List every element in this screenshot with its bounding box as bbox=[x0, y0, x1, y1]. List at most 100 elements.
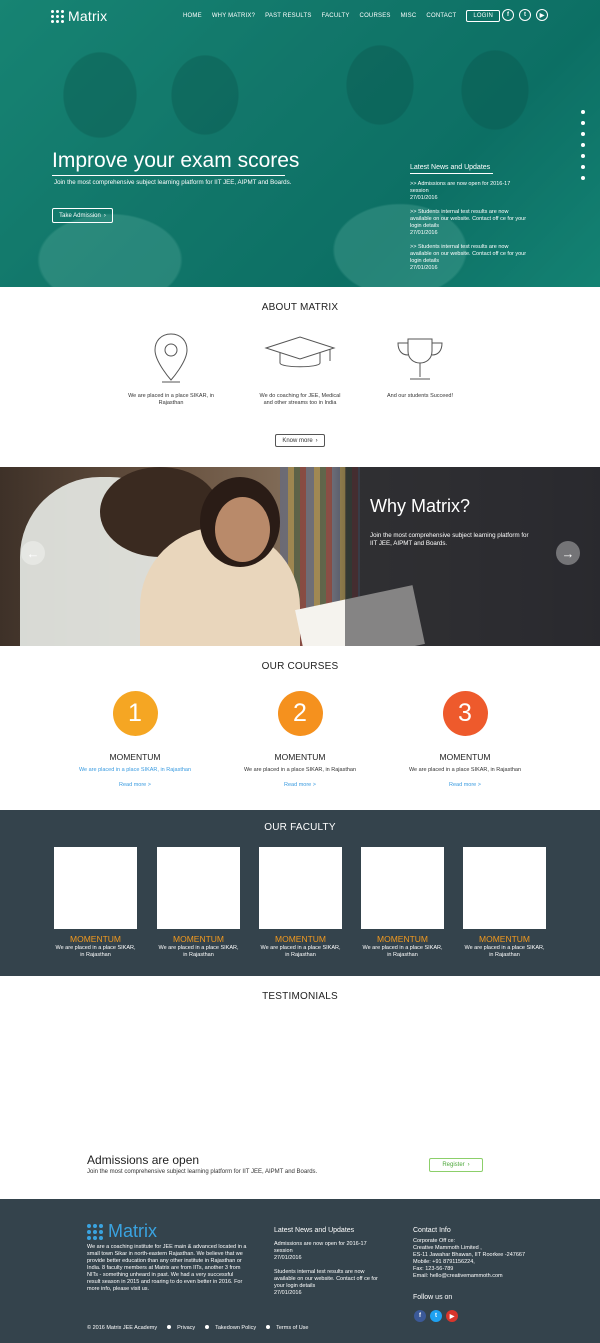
nav-faculty[interactable]: FACULTY bbox=[322, 13, 350, 19]
admission-title: Admissions are open bbox=[87, 1153, 200, 1167]
footer-social: f t ▶ bbox=[414, 1310, 458, 1322]
nav-home[interactable]: HOME bbox=[183, 13, 202, 19]
hero-subtitle: Join the most comprehensive subject lear… bbox=[54, 179, 292, 186]
footer-logo[interactable]: Matrix bbox=[87, 1221, 157, 1242]
faculty-card[interactable]: MOMENTUM We are placed in a place SIKAR,… bbox=[157, 847, 240, 959]
footer-logo-text: Matrix bbox=[108, 1221, 157, 1241]
course-card: 2 MOMENTUM We are placed in a place SIKA… bbox=[240, 691, 360, 788]
takedown-policy-link[interactable]: Takedown Policy bbox=[205, 1325, 256, 1331]
news-item[interactable]: >> Students internal test results are no… bbox=[410, 209, 530, 237]
faculty-desc: We are placed in a place SIKAR, in Rajas… bbox=[362, 945, 443, 958]
site-logo[interactable]: Matrix bbox=[51, 8, 107, 24]
slider-next-arrow-icon[interactable]: → bbox=[556, 541, 580, 565]
chevron-right-icon: › bbox=[467, 1162, 470, 1168]
read-more-link[interactable]: Read more > bbox=[405, 782, 525, 788]
youtube-icon[interactable]: ▶ bbox=[446, 1310, 458, 1322]
location-pin-icon bbox=[154, 333, 188, 383]
faculty-desc: We are placed in a place SIKAR, in Rajas… bbox=[158, 945, 239, 958]
trophy-icon bbox=[397, 338, 443, 380]
hero-title: Improve your exam scores bbox=[52, 149, 300, 172]
course-desc: We are placed in a place SIKAR, in Rajas… bbox=[243, 767, 357, 773]
logo-dots-icon bbox=[51, 9, 64, 23]
course-card: 3 MOMENTUM We are placed in a place SIKA… bbox=[405, 691, 525, 788]
pager-dot[interactable] bbox=[581, 176, 585, 180]
pager-dot[interactable] bbox=[581, 143, 585, 147]
login-button[interactable]: LOGIN bbox=[466, 10, 501, 22]
nav-misc[interactable]: MISC bbox=[401, 13, 417, 19]
faculty-name: MOMENTUM bbox=[377, 934, 428, 944]
about-item: And our students Succeed! bbox=[386, 393, 454, 399]
about-item: We do coaching for JEE, Medical and othe… bbox=[259, 393, 341, 406]
news-item[interactable]: >> Admissions are now open for 2016-17 s… bbox=[410, 181, 530, 202]
footer-contact-title: Contact Info bbox=[413, 1227, 451, 1234]
facebook-icon[interactable]: f bbox=[502, 9, 514, 21]
course-card: 1 MOMENTUM We are placed in a place SIKA… bbox=[75, 691, 195, 788]
faculty-photo bbox=[259, 847, 342, 929]
courses-title: OUR COURSES bbox=[261, 661, 339, 672]
register-button[interactable]: Register › bbox=[429, 1158, 483, 1172]
footer-news-item[interactable]: Students internal test results are now a… bbox=[274, 1269, 384, 1297]
nav-past-results[interactable]: PAST RESULTS bbox=[265, 13, 311, 19]
course-number-badge: 2 bbox=[277, 691, 323, 736]
faculty-name: MOMENTUM bbox=[275, 934, 326, 944]
faculty-name: MOMENTUM bbox=[479, 934, 530, 944]
course-number-badge: 3 bbox=[442, 691, 488, 736]
chevron-right-icon: › bbox=[103, 212, 106, 219]
faculty-card[interactable]: MOMENTUM We are placed in a place SIKAR,… bbox=[259, 847, 342, 959]
about-title: ABOUT MATRIX bbox=[261, 302, 339, 313]
privacy-link[interactable]: Privacy bbox=[167, 1325, 195, 1331]
footer-news-title: Latest News and Updates bbox=[274, 1227, 355, 1234]
twitter-icon[interactable]: t bbox=[519, 9, 531, 21]
footer-news: Admissions are now open for 2016-17 sess… bbox=[274, 1241, 384, 1304]
faculty-photo bbox=[157, 847, 240, 929]
terms-of-use-link[interactable]: Terms of Use bbox=[266, 1325, 309, 1331]
hero-news-panel: Latest News and Updates >> Admissions ar… bbox=[410, 156, 530, 272]
pager-dot[interactable] bbox=[581, 154, 585, 158]
course-desc: We are placed in a place SIKAR, in Rajas… bbox=[408, 767, 522, 773]
facebook-icon[interactable]: f bbox=[414, 1310, 426, 1322]
news-item[interactable]: >> Students internal test results are no… bbox=[410, 244, 530, 272]
nav-contact[interactable]: CONTACT bbox=[426, 13, 456, 19]
footer-news-item[interactable]: Admissions are now open for 2016-17 sess… bbox=[274, 1241, 384, 1262]
footer-bottom-bar: © 2016 Matrix JEE Academy Privacy Takedo… bbox=[87, 1325, 309, 1331]
faculty-photo bbox=[463, 847, 546, 929]
logo-text: Matrix bbox=[68, 8, 108, 24]
nav-courses[interactable]: COURSES bbox=[360, 13, 391, 19]
pager-dot[interactable] bbox=[581, 121, 585, 125]
copyright-text: © 2016 Matrix JEE Academy bbox=[87, 1325, 158, 1331]
about-item: We are placed in a place SIKAR, in Rajas… bbox=[128, 393, 214, 406]
faculty-desc: We are placed in a place SIKAR, in Rajas… bbox=[55, 945, 136, 958]
twitter-icon[interactable]: t bbox=[430, 1310, 442, 1322]
follow-us-label: Follow us on bbox=[413, 1294, 453, 1301]
email-link[interactable]: Email: hello@creativemammoth.com bbox=[413, 1273, 563, 1280]
hero-title-underline bbox=[52, 175, 285, 176]
pager-dot[interactable] bbox=[581, 110, 585, 114]
read-more-link[interactable]: Read more > bbox=[75, 782, 195, 788]
testimonials-title: TESTIMONIALS bbox=[262, 991, 338, 1002]
news-title: Latest News and Updates bbox=[410, 164, 493, 174]
graduation-cap-icon bbox=[264, 336, 336, 368]
why-matrix-subtitle: Join the most comprehensive subject lear… bbox=[370, 532, 529, 547]
read-more-link[interactable]: Read more > bbox=[240, 782, 360, 788]
faculty-name: MOMENTUM bbox=[173, 934, 224, 944]
course-name: MOMENTUM bbox=[274, 752, 326, 762]
why-matrix-slider bbox=[0, 467, 600, 646]
faculty-card[interactable]: MOMENTUM We are placed in a place SIKAR,… bbox=[463, 847, 546, 959]
faculty-section: OUR FACULTY MOMENTUM We are placed in a … bbox=[0, 810, 600, 976]
take-admission-button[interactable]: Take Admission › bbox=[52, 208, 113, 223]
faculty-photo bbox=[54, 847, 137, 929]
nav-why-matrix[interactable]: WHY MATRIX? bbox=[212, 13, 255, 19]
pager-dot[interactable] bbox=[581, 132, 585, 136]
course-name: MOMENTUM bbox=[439, 752, 491, 762]
know-more-button[interactable]: Know more › bbox=[275, 434, 325, 447]
slider-prev-arrow-icon[interactable]: ← bbox=[21, 541, 45, 565]
footer-about-text: We are a coaching institute for JEE main… bbox=[87, 1244, 247, 1292]
course-name: MOMENTUM bbox=[109, 752, 161, 762]
header-social: f t ▶ bbox=[502, 9, 548, 21]
chevron-right-icon: › bbox=[315, 437, 318, 444]
pager-dot[interactable] bbox=[581, 165, 585, 169]
faculty-card[interactable]: MOMENTUM We are placed in a place SIKAR,… bbox=[54, 847, 137, 959]
faculty-desc: We are placed in a place SIKAR, in Rajas… bbox=[260, 945, 341, 958]
faculty-card[interactable]: MOMENTUM We are placed in a place SIKAR,… bbox=[361, 847, 444, 959]
youtube-icon[interactable]: ▶ bbox=[536, 9, 548, 21]
